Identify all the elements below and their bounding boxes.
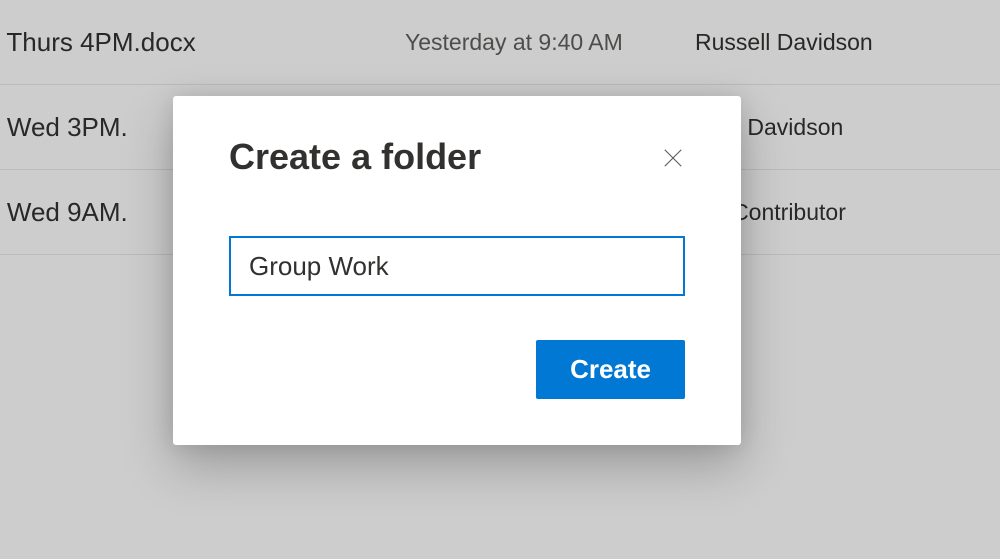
close-button[interactable] xyxy=(655,140,691,176)
modal-title: Create a folder xyxy=(229,136,685,178)
modal-actions: Create xyxy=(229,340,685,399)
folder-name-input[interactable] xyxy=(229,236,685,296)
close-icon xyxy=(662,147,684,169)
create-folder-modal: Create a folder Create xyxy=(173,96,741,445)
create-button[interactable]: Create xyxy=(536,340,685,399)
